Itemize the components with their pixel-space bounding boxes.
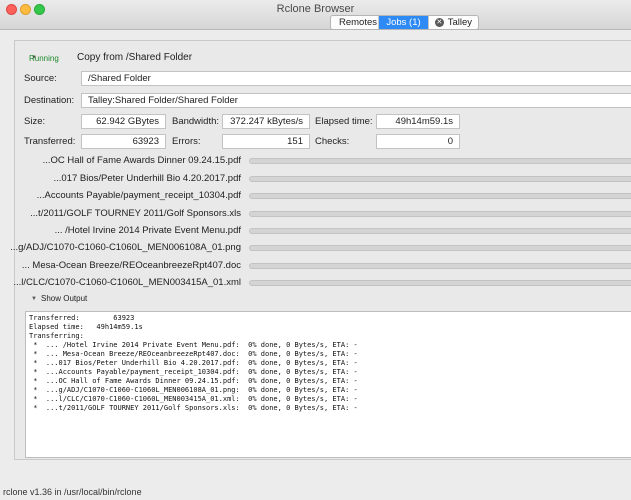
- tab-talley[interactable]: ✕ Talley: [429, 16, 478, 29]
- destination-label: Destination:: [24, 95, 75, 106]
- job-status: Running: [29, 54, 59, 63]
- window-title: Rclone Browser: [276, 3, 355, 15]
- status-bar: rclone v1.36 in /usr/local/bin/rclone: [0, 485, 631, 500]
- show-output-triangle-icon[interactable]: ▼: [31, 296, 37, 302]
- transfer-file-name: ...Accounts Payable/payment_receipt_1030…: [36, 190, 241, 201]
- transfer-file-name: ...g/ADJ/C1070-C1060-C1060L_MEN006108A_0…: [10, 242, 241, 253]
- transfer-file-name: ... /Hotel Irvine 2014 Private Event Men…: [54, 225, 241, 236]
- bandwidth-field[interactable]: 372.247 kBytes/s: [222, 114, 310, 129]
- tab-bar: Remotes Jobs (1) ✕ Talley: [330, 15, 479, 30]
- transfer-progress-bar: [249, 211, 631, 217]
- output-log[interactable]: Transferred: 63923 Elapsed time: 49h14m5…: [25, 311, 631, 458]
- output-log-text: Transferred: 63923 Elapsed time: 49h14m5…: [29, 314, 358, 412]
- transfer-progress-bar: [249, 263, 631, 269]
- tab-remotes[interactable]: Remotes: [331, 16, 379, 29]
- transfer-progress-bar: [249, 176, 631, 182]
- errors-label: Errors:: [172, 136, 201, 147]
- transfer-file-name: ...l/CLC/C1070-C1060-C1060L_MEN003415A_0…: [13, 277, 241, 288]
- elapsed-time-field[interactable]: 49h14m59.1s: [376, 114, 460, 129]
- checks-label: Checks:: [315, 136, 350, 147]
- transfer-file-name: ...017 Bios/Peter Underhill Bio 4.20.201…: [53, 173, 241, 184]
- transfer-file-name: ... Mesa-Ocean Breeze/REOceanbreezeRpt40…: [21, 260, 241, 271]
- errors-field[interactable]: 151: [222, 134, 310, 149]
- transfer-file-name: ...OC Hall of Fame Awards Dinner 09.24.1…: [42, 155, 241, 166]
- job-panel: ▼ Running Copy from /Shared Folder Sourc…: [10, 40, 631, 460]
- source-label: Source:: [24, 73, 57, 84]
- transfer-progress-bar: [249, 280, 631, 286]
- tab-jobs[interactable]: Jobs (1): [379, 16, 429, 29]
- transfer-progress-bar: [249, 158, 631, 164]
- close-tab-icon[interactable]: ✕: [435, 18, 444, 27]
- job-title: Copy from /Shared Folder: [77, 52, 193, 63]
- bandwidth-label: Bandwidth:: [172, 116, 220, 127]
- app-window: Rclone Browser Remotes Jobs (1) ✕ Talley…: [0, 0, 631, 500]
- elapsed-time-label: Elapsed time:: [315, 116, 373, 127]
- transfer-progress-bar: [249, 193, 631, 199]
- size-label: Size:: [24, 116, 46, 127]
- destination-field[interactable]: Talley:Shared Folder/Shared Folder: [81, 93, 631, 108]
- title-bar: Rclone Browser Remotes Jobs (1) ✕ Talley: [0, 0, 631, 30]
- transferred-field[interactable]: 63923: [81, 134, 166, 149]
- show-output-toggle[interactable]: Show Output: [41, 294, 87, 303]
- transfer-progress-bar: [249, 245, 631, 251]
- tab-talley-label: Talley: [447, 17, 472, 28]
- size-field[interactable]: 62.942 GBytes: [81, 114, 166, 129]
- transfer-file-name: ...t/2011/GOLF TOURNEY 2011/Golf Sponsor…: [30, 208, 241, 219]
- checks-field[interactable]: 0: [376, 134, 460, 149]
- source-field[interactable]: /Shared Folder: [81, 71, 631, 86]
- transfer-progress-bar: [249, 228, 631, 234]
- transferred-label: Transferred:: [24, 136, 76, 147]
